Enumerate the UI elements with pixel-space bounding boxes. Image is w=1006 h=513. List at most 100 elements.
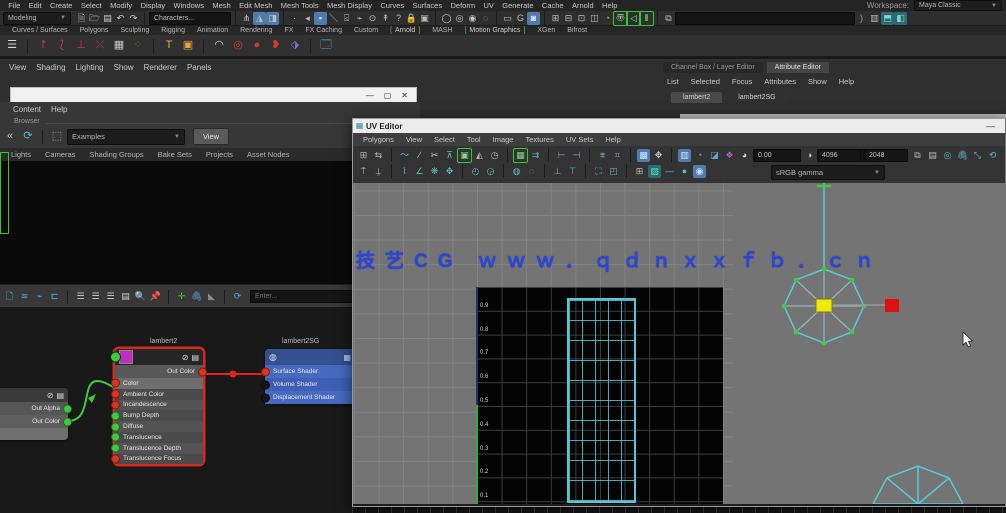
menu-deform[interactable]: Deform [446,1,479,10]
viewport-menu-panels[interactable]: Panels [182,63,216,72]
node-row[interactable]: Volume Shader [265,378,355,391]
uv-editor-titlebar[interactable]: ▦ UV Editor — [353,119,1005,133]
swatch-icon[interactable]: ⟳ [231,290,244,303]
shelf-tab-rendering[interactable]: Rendering [234,27,278,34]
menu-select[interactable]: Select [77,1,106,10]
view-transform-dropdown[interactable]: sRGB gamma▼ [771,165,885,180]
uv-dim-icon[interactable]: ⊞ [633,165,646,178]
menu-help[interactable]: Help [598,1,622,10]
node-port[interactable] [111,422,120,431]
snap-curve-icon[interactable]: ◂ [301,12,314,25]
uv-align-right-icon[interactable]: ⊣ [570,149,583,162]
maximize-button[interactable]: ▢ [384,91,392,100]
selection-preset-dropdown[interactable]: Modeling▼ [3,12,71,25]
layout-list4-icon[interactable]: ▤ [119,290,132,303]
shelf-tab-custom[interactable]: Custom [348,27,384,34]
uv-move-icon[interactable]: ⇆ [372,149,385,162]
ae-menu-show[interactable]: Show [802,77,833,86]
ipr-render-icon[interactable]: ◎ [453,12,466,25]
node-row[interactable]: Translucence Depth [115,443,203,454]
uv-menu-uv-sets[interactable]: UV Sets [560,135,600,144]
uv-unstack-icon[interactable]: ◰ [607,165,620,178]
node-grid-icon[interactable]: ▦ [343,353,351,362]
node-port[interactable] [111,433,120,442]
material-node[interactable]: ⊘▤Out ColorColorAmbient ColorIncandescen… [115,349,203,464]
save-scene-icon[interactable]: ▤ [101,12,114,25]
metaball-icon[interactable]: ❥ [268,38,284,54]
play-icon[interactable]: ◔ [601,12,614,25]
ae-menu-attributes[interactable]: Attributes [758,77,802,86]
arc-tool-icon[interactable]: ◠ [211,38,227,54]
node-port[interactable] [261,380,270,389]
shelf-tab-curves-surfaces[interactable]: Curves / Surfaces [6,27,74,34]
uv-align-left-icon[interactable]: ⊢ [555,149,568,162]
grid-toggle-icon[interactable]: G [514,12,527,25]
uv-grab-icon[interactable]: ✥ [443,165,456,178]
make-live-icon[interactable]: ⌁ [353,12,366,25]
node-swatch-icon[interactable]: ▤ [56,391,64,400]
uv-menu-image[interactable]: Image [487,135,520,144]
history-input-icon[interactable]: ⊙ [366,12,379,25]
uv-swap1-icon[interactable]: ⤡ [971,149,984,162]
snap-plane-icon[interactable]: ＼ [327,12,340,25]
uv-stack-icon[interactable]: ⛶ [592,165,605,178]
shelf-tab-xgen[interactable]: XGen [531,27,561,34]
shelf-tab-motion-graphics[interactable]: Motion Graphics [458,27,531,34]
uv-tsq-icon[interactable]: ⊤ [566,165,579,178]
node-port[interactable] [111,411,120,420]
browser-tab-asset-nodes[interactable]: Asset Nodes [240,150,297,159]
ae-node-tab-lambert2[interactable]: lambert2 [671,92,722,103]
open-scene-icon[interactable]: 🗁 [88,12,101,25]
uv-menu-tool[interactable]: Tool [461,135,487,144]
uv-match-icon[interactable]: ⌗ [611,149,624,162]
node-row[interactable]: Color [115,378,203,389]
uv-pin2-icon[interactable]: ⊼ [443,149,456,162]
menu-mesh[interactable]: Mesh [208,1,235,10]
node-state-icon[interactable]: ⊘ [47,391,54,400]
uv-unfold-icon[interactable]: ◭ [473,149,486,162]
shelf-tab-fx[interactable]: FX [278,27,299,34]
browser-tab-shading-groups[interactable]: Shading Groups [82,150,150,159]
menu-edit-mesh[interactable]: Edit Mesh [235,1,277,10]
nurbs-sphere-icon[interactable]: ● [249,38,265,54]
node-doc-icon[interactable]: 🗋 [3,290,16,303]
construction-history-icon[interactable]: ? [392,12,405,25]
menu-file[interactable]: File [4,1,24,10]
attreditor-toggle-icon[interactable]: ⬒ [881,12,894,25]
history-output-icon[interactable]: ↟ [379,12,392,25]
floating-window-titlebar[interactable]: —▢✕ [10,87,417,103]
ae-menu-list[interactable]: List [661,77,685,86]
symmetry-off-icon[interactable]: ▭ [501,12,514,25]
cv-curve-tool-icon[interactable]: ↾ [35,38,51,54]
node-port[interactable] [198,367,207,376]
layout-list3-icon[interactable]: ☰ [104,290,117,303]
type-tool-icon[interactable]: T [161,38,177,54]
uv-pin-down-icon[interactable]: ⍑ [357,165,370,178]
uv-wrench-icon[interactable]: ◔ [693,149,706,162]
uv-layout-icon[interactable]: ▦ [514,149,527,162]
menu-edit[interactable]: Edit [24,1,45,10]
node-row[interactable]: Ambient Color [115,389,203,400]
uv-exposure-icon[interactable]: ◕ [738,149,751,162]
menu-modify[interactable]: Modify [106,1,136,10]
node-port[interactable] [63,417,72,426]
connect-icon[interactable]: 🖇 [190,290,203,303]
node-row[interactable]: Displacement Shader [265,391,355,404]
content-menu-content[interactable]: Content [8,105,46,114]
node-row[interactable]: Surface Shader [265,365,355,378]
motion-trail-icon[interactable]: ⬗ [287,38,303,54]
shelf-tab-bifrost[interactable]: Bifrost [561,27,593,34]
uv-a-icon[interactable]: ◉ [693,165,706,178]
counter-icon[interactable]: ⧉ [662,12,675,25]
shelf-menu-icon[interactable]: ☰ [4,38,20,54]
redo-icon[interactable]: ↷ [127,12,140,25]
launch-render-icon[interactable]: ◌ [479,12,492,25]
file-page-icon[interactable]: 🗔 [318,38,334,54]
nurbs-circle-icon[interactable]: ◎ [230,38,246,54]
select-hierarchy-icon[interactable]: ⋔ [240,12,253,25]
viewport-menu-view[interactable]: View [4,63,31,72]
viewport-menu-renderer[interactable]: Renderer [139,63,182,72]
menu-cache[interactable]: Cache [538,1,568,10]
browser-tab-lights[interactable]: Lights [4,150,38,159]
menu-generate[interactable]: Generate [498,1,538,10]
